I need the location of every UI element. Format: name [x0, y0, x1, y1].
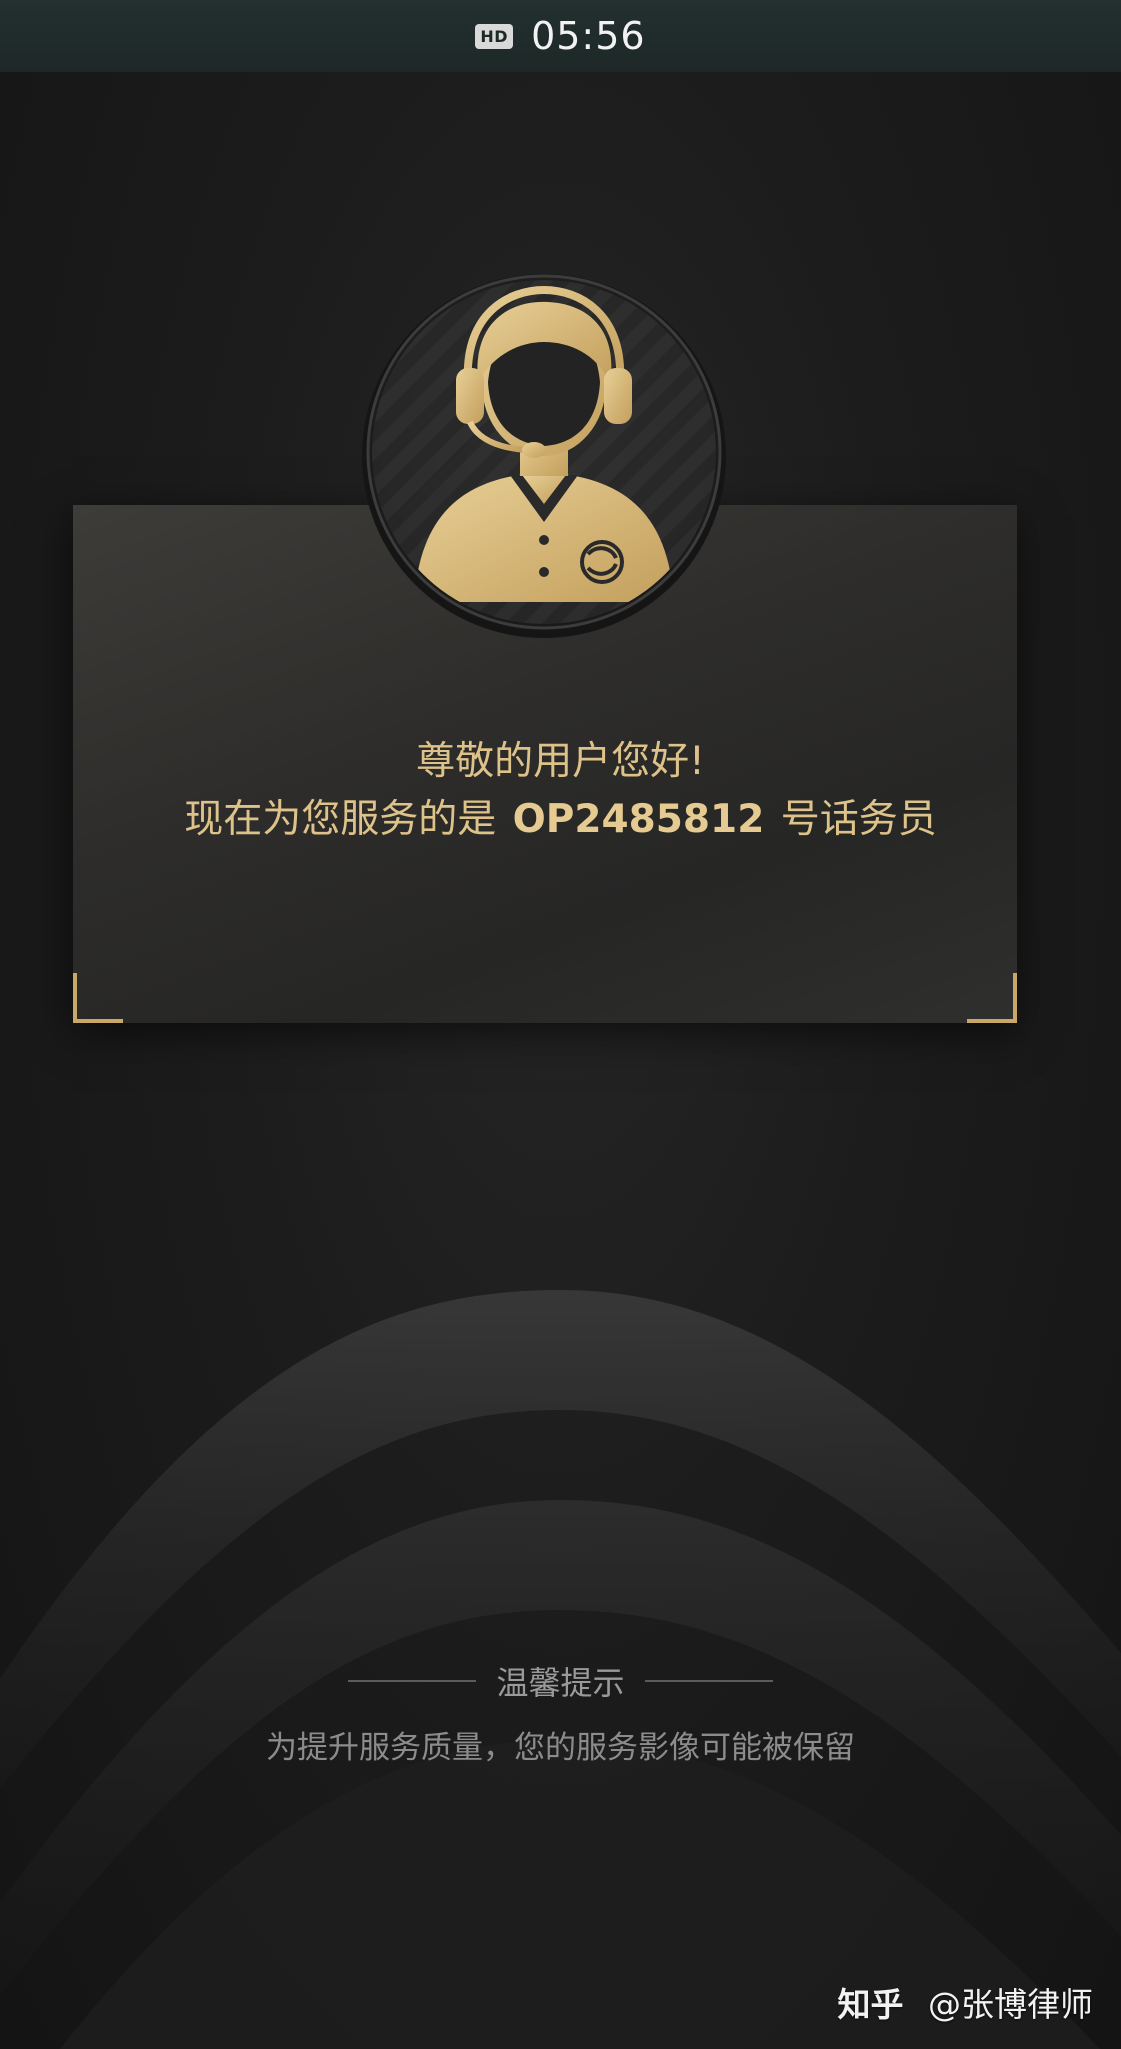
- tip-text: 为提升服务质量，您的服务影像可能被保留: [266, 1730, 855, 1766]
- decorative-waves: [0, 1290, 1121, 2049]
- watermark-author: @张博律师: [928, 1985, 1093, 2024]
- operator-intro-suffix: 号话务员: [780, 797, 937, 842]
- greeting-title: 尊敬的用户您好!: [416, 739, 705, 784]
- tip-divider-left: [348, 1680, 477, 1682]
- status-time: 05:56: [531, 14, 646, 58]
- operator-intro-prefix: 现在为您服务的是: [184, 797, 497, 842]
- customer-service-screen: HD 05:56 尊敬的用户您好! 现在为您服务的是 OP2485812 号话务…: [0, 0, 1121, 2049]
- tip-divider-right: [644, 1680, 773, 1682]
- tip-title: 温馨提示: [496, 1664, 625, 1702]
- corner-bracket-right: [967, 973, 1017, 1023]
- operator-id: OP2485812: [512, 797, 765, 842]
- watermark: 知乎 @张博律师: [838, 1978, 1094, 2026]
- watermark-brand: 知乎: [837, 1985, 904, 2024]
- customer-service-agent-icon: [362, 274, 726, 638]
- operator-intro: 现在为您服务的是 OP2485812 号话务员: [0, 788, 1121, 844]
- tip-header: 温馨提示: [0, 1658, 1121, 1704]
- corner-bracket-left: [73, 973, 123, 1023]
- status-bar: HD 05:56: [0, 0, 1121, 72]
- hd-badge: HD: [475, 23, 514, 49]
